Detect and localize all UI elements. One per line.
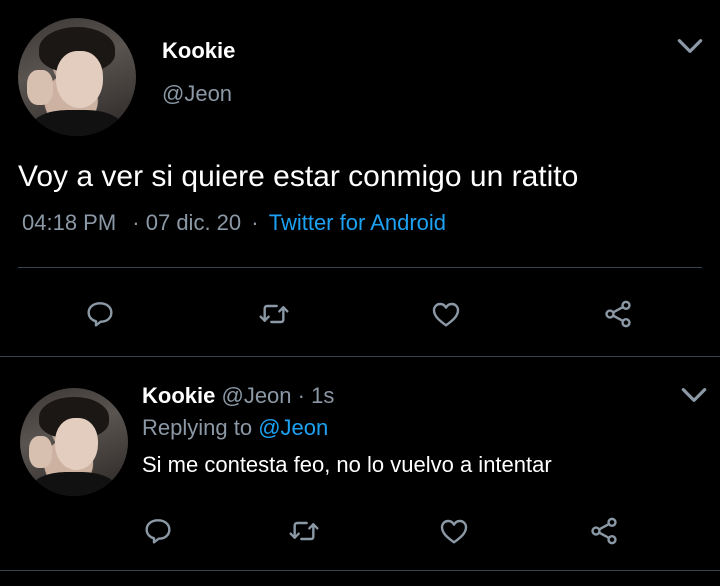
- avatar-face: [54, 418, 98, 471]
- avatar-hand: [28, 435, 53, 468]
- divider: [0, 570, 720, 571]
- user-handle[interactable]: @Jeon: [162, 81, 232, 107]
- heart-icon[interactable]: [436, 513, 472, 549]
- heart-icon[interactable]: [428, 296, 464, 332]
- meta-separator: ·: [251, 210, 259, 235]
- divider: [0, 356, 720, 357]
- reply-icon[interactable]: [140, 513, 176, 549]
- avatar-shirt: [30, 472, 118, 496]
- display-name[interactable]: Kookie: [142, 383, 215, 408]
- tweet-meta: 04:18 PM · 07 dic. 20 · Twitter for Andr…: [22, 210, 446, 236]
- reply-header: Kookie @Jeon · 1s: [142, 383, 334, 409]
- tweet-time: · 1s: [297, 383, 335, 408]
- avatar-face: [55, 51, 103, 108]
- user-handle[interactable]: @Jeon: [221, 383, 291, 408]
- avatar[interactable]: [20, 388, 128, 496]
- tweet-date: · 07 dic. 20: [132, 210, 242, 235]
- share-icon[interactable]: [600, 296, 636, 332]
- divider: [18, 267, 702, 268]
- chevron-down-icon[interactable]: [676, 377, 712, 413]
- share-icon[interactable]: [586, 513, 622, 549]
- avatar-hand: [27, 69, 54, 106]
- retweet-icon[interactable]: [256, 296, 292, 332]
- tweet-text: Si me contesta feo, no lo vuelvo a inten…: [142, 452, 552, 477]
- tweet-source-link[interactable]: Twitter for Android: [269, 210, 446, 235]
- replying-label: Replying to: [142, 415, 253, 440]
- avatar[interactable]: [18, 18, 136, 136]
- tweet-time: 04:18 PM: [22, 210, 117, 235]
- retweet-icon[interactable]: [286, 513, 322, 549]
- chevron-down-icon[interactable]: [672, 28, 708, 64]
- tweet-text: Voy a ver si quiere estar conmigo un rat…: [18, 160, 579, 193]
- replying-handle-link[interactable]: @Jeon: [258, 415, 328, 440]
- replying-to: Replying to @Jeon: [142, 415, 328, 441]
- display-name[interactable]: Kookie: [162, 38, 235, 64]
- reply-icon[interactable]: [82, 296, 118, 332]
- avatar-shirt: [29, 110, 125, 136]
